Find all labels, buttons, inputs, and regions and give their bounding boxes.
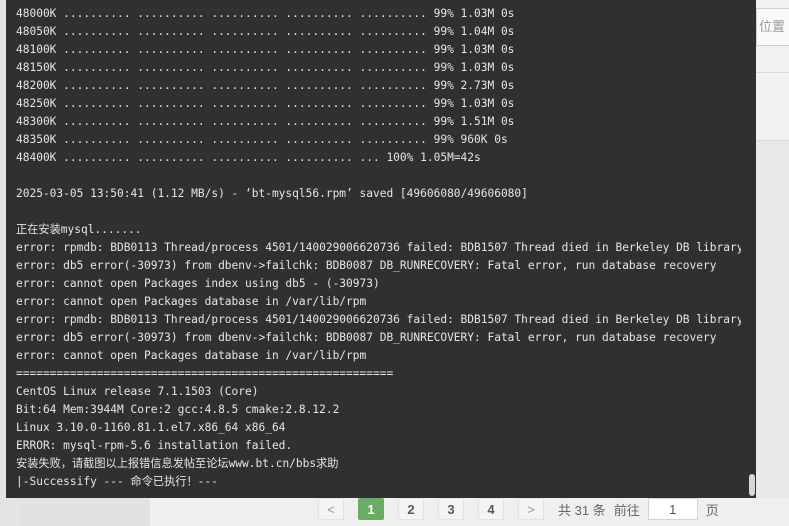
pagination-goto-input[interactable]: [647, 498, 698, 520]
background-footer-shade: [20, 498, 150, 526]
terminal-line: 48350K .......... .......... .......... …: [16, 133, 508, 146]
pagination-prev-button[interactable]: <: [318, 498, 344, 520]
terminal-line: CentOS Linux release 7.1.1503 (Core): [16, 385, 259, 398]
terminal-line: 48050K .......... .......... .......... …: [16, 25, 515, 38]
terminal-line: 48200K .......... .......... .......... …: [16, 79, 515, 92]
terminal-line: 48250K .......... .......... .......... …: [16, 97, 515, 110]
terminal-line: |-Successify --- 命令已执行！---: [16, 475, 218, 488]
terminal-line: error: rpmdb: BDB0113 Thread/process 450…: [16, 313, 741, 326]
pagination-page-2[interactable]: 2: [398, 498, 424, 520]
terminal-line: Bit:64 Mem:3944M Core:2 gcc:4.8.5 cmake:…: [16, 403, 340, 416]
terminal-line: error: cannot open Packages index using …: [16, 277, 380, 290]
terminal-line: ========================================…: [16, 367, 394, 380]
pagination-page-4[interactable]: 4: [478, 498, 504, 520]
terminal-line: 2025-03-05 13:50:41 (1.12 MB/s) - ‘bt-my…: [16, 187, 528, 200]
terminal-scrollbar-thumb[interactable]: [749, 474, 755, 496]
pagination-next-button[interactable]: >: [518, 498, 544, 520]
pagination: < 1 2 3 4 > 共 31 条 前往 页: [318, 498, 727, 520]
pagination-page-1[interactable]: 1: [358, 498, 384, 520]
pagination-page-suffix: 页: [705, 502, 719, 518]
terminal-line: 48000K .......... .......... .......... …: [16, 7, 515, 20]
terminal-line: error: cannot open Packages database in …: [16, 295, 367, 308]
terminal-line: 48100K .......... .......... .......... …: [16, 43, 515, 56]
pagination-goto-label: 前往: [613, 502, 640, 518]
terminal-line: 48400K .......... .......... .......... …: [16, 151, 481, 164]
terminal-line: error: cannot open Packages database in …: [16, 349, 367, 362]
terminal-line: 安装失败，请截图以上报错信息发帖至论坛www.bt.cn/bbs求助: [16, 457, 339, 470]
terminal-line: 48300K .......... .......... .......... …: [16, 115, 515, 128]
terminal-output: 48000K .......... .......... .......... …: [16, 5, 741, 491]
terminal-line: Linux 3.10.0-1160.81.1.el7.x86_64 x86_64: [16, 421, 286, 434]
terminal-scrollbar-track[interactable]: [748, 0, 756, 498]
terminal-window[interactable]: 48000K .......... .......... .......... …: [6, 0, 756, 498]
pagination-total: 共 31 条: [558, 502, 606, 518]
pagination-page-3[interactable]: 3: [438, 498, 464, 520]
terminal-line: error: db5 error(-30973) from dbenv->fai…: [16, 331, 717, 344]
background-divider: [756, 72, 789, 73]
terminal-line: 正在安装mysql.......: [16, 223, 142, 236]
terminal-line: error: rpmdb: BDB0113 Thread/process 450…: [16, 241, 741, 254]
terminal-line: 48150K .......... .......... .......... …: [16, 61, 515, 74]
background-location-button[interactable]: 位置: [756, 8, 789, 46]
terminal-line: error: db5 error(-30973) from dbenv->fai…: [16, 259, 717, 272]
terminal-line: ERROR: mysql-rpm-5.6 installation failed…: [16, 439, 293, 452]
